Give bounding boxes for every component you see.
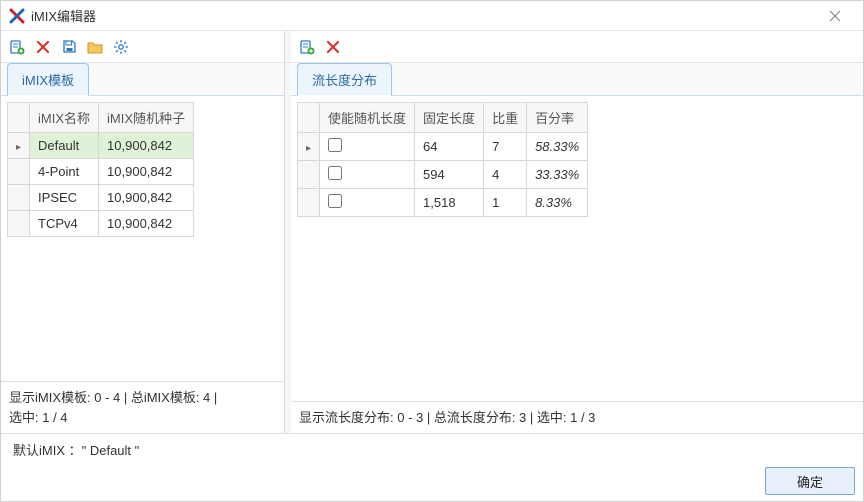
- row-indicator: [8, 185, 30, 211]
- left-grid-container: iMIX名称 iMIX随机种子 ▸Default10,900,8424-Poin…: [1, 95, 284, 381]
- cell-imix-seed[interactable]: 10,900,842: [99, 211, 194, 237]
- cell-percent: 58.33%: [527, 133, 588, 161]
- right-grid-container: 使能随机长度 固定长度 比重 百分率 ▸64758.33%594433.33%1…: [291, 95, 863, 401]
- app-icon: [9, 8, 25, 24]
- cell-imix-name[interactable]: 4-Point: [30, 159, 99, 185]
- body: iMIX模板 iMIX名称 iMIX随机种子 ▸Default10,900,84…: [1, 63, 863, 433]
- cell-enable-random[interactable]: [320, 189, 415, 217]
- cell-imix-name[interactable]: TCPv4: [30, 211, 99, 237]
- row-indicator: [298, 161, 320, 189]
- right-pane: 流长度分布 使能随机长度 固定长度 比重 百分率 ▸64758.33%59443…: [291, 63, 863, 433]
- left-status-line2: 选中: 1 / 4: [9, 408, 276, 428]
- cell-fixed-length[interactable]: 64: [415, 133, 484, 161]
- cell-imix-seed[interactable]: 10,900,842: [99, 133, 194, 159]
- cell-weight[interactable]: 4: [484, 161, 527, 189]
- cell-percent: 33.33%: [527, 161, 588, 189]
- left-toolbar: [1, 31, 285, 62]
- cell-fixed-length[interactable]: 594: [415, 161, 484, 189]
- settings-button[interactable]: [111, 37, 131, 57]
- row-indicator: ▸: [298, 133, 320, 161]
- cell-weight[interactable]: 1: [484, 189, 527, 217]
- cell-imix-name[interactable]: Default: [30, 133, 99, 159]
- right-status: 显示流长度分布: 0 - 3 | 总流长度分布: 3 | 选中: 1 / 3: [291, 401, 863, 434]
- col-random-length[interactable]: 使能随机长度: [320, 103, 415, 133]
- cell-fixed-length[interactable]: 1,518: [415, 189, 484, 217]
- right-toolbar: [291, 31, 863, 62]
- titlebar: iMIX编辑器: [1, 1, 863, 31]
- tab-imix-template[interactable]: iMIX模板: [7, 63, 89, 96]
- length-distribution-table[interactable]: 使能随机长度 固定长度 比重 百分率 ▸64758.33%594433.33%1…: [297, 102, 588, 217]
- row-header-blank: [298, 103, 320, 133]
- random-length-checkbox[interactable]: [328, 166, 342, 180]
- cell-imix-seed[interactable]: 10,900,842: [99, 159, 194, 185]
- default-imix-label: 默认iMIX ：" Default ": [13, 440, 855, 459]
- table-row[interactable]: 594433.33%: [298, 161, 588, 189]
- cell-percent: 8.33%: [527, 189, 588, 217]
- right-tabstrip: 流长度分布: [291, 63, 863, 95]
- col-imix-seed[interactable]: iMIX随机种子: [99, 103, 194, 133]
- tab-length-distribution[interactable]: 流长度分布: [297, 63, 392, 96]
- delete-distribution-button[interactable]: [323, 37, 343, 57]
- table-row[interactable]: ▸ 64758.33%: [298, 133, 588, 161]
- left-status-line1: 显示iMIX模板: 0 - 4 | 总iMIX模板: 4 |: [9, 388, 276, 408]
- imix-editor-window: iMIX编辑器: [0, 0, 864, 502]
- table-row[interactable]: 4-Point10,900,842: [8, 159, 194, 185]
- left-tabstrip: iMIX模板: [1, 63, 284, 95]
- cell-imix-seed[interactable]: 10,900,842: [99, 185, 194, 211]
- cell-enable-random[interactable]: [320, 133, 415, 161]
- col-fixed-length[interactable]: 固定长度: [415, 103, 484, 133]
- row-indicator: [298, 189, 320, 217]
- cell-weight[interactable]: 7: [484, 133, 527, 161]
- save-button[interactable]: [59, 37, 79, 57]
- row-indicator: ▸: [8, 133, 30, 159]
- window-title: iMIX编辑器: [31, 6, 815, 25]
- col-percent[interactable]: 百分率: [527, 103, 588, 133]
- toolbar-row: [1, 31, 863, 63]
- ok-button[interactable]: 确定: [765, 467, 855, 495]
- table-row[interactable]: 1,51818.33%: [298, 189, 588, 217]
- random-length-checkbox[interactable]: [328, 194, 342, 208]
- left-status: 显示iMIX模板: 0 - 4 | 总iMIX模板: 4 | 选中: 1 / 4: [1, 381, 284, 433]
- cell-enable-random[interactable]: [320, 161, 415, 189]
- add-template-button[interactable]: [7, 37, 27, 57]
- row-indicator: [8, 211, 30, 237]
- random-length-checkbox[interactable]: [328, 138, 342, 152]
- add-distribution-button[interactable]: [297, 37, 317, 57]
- delete-template-button[interactable]: [33, 37, 53, 57]
- table-row[interactable]: ▸Default10,900,842: [8, 133, 194, 159]
- close-button[interactable]: [815, 2, 855, 30]
- col-imix-name[interactable]: iMIX名称: [30, 103, 99, 133]
- table-row[interactable]: IPSEC10,900,842: [8, 185, 194, 211]
- row-indicator: [8, 159, 30, 185]
- row-header-blank: [8, 103, 30, 133]
- open-folder-button[interactable]: [85, 37, 105, 57]
- cell-imix-name[interactable]: IPSEC: [30, 185, 99, 211]
- left-pane: iMIX模板 iMIX名称 iMIX随机种子 ▸Default10,900,84…: [1, 63, 285, 433]
- table-row[interactable]: TCPv410,900,842: [8, 211, 194, 237]
- footer: 默认iMIX ：" Default " 确定: [1, 433, 863, 501]
- col-weight[interactable]: 比重: [484, 103, 527, 133]
- imix-template-table[interactable]: iMIX名称 iMIX随机种子 ▸Default10,900,8424-Poin…: [7, 102, 194, 237]
